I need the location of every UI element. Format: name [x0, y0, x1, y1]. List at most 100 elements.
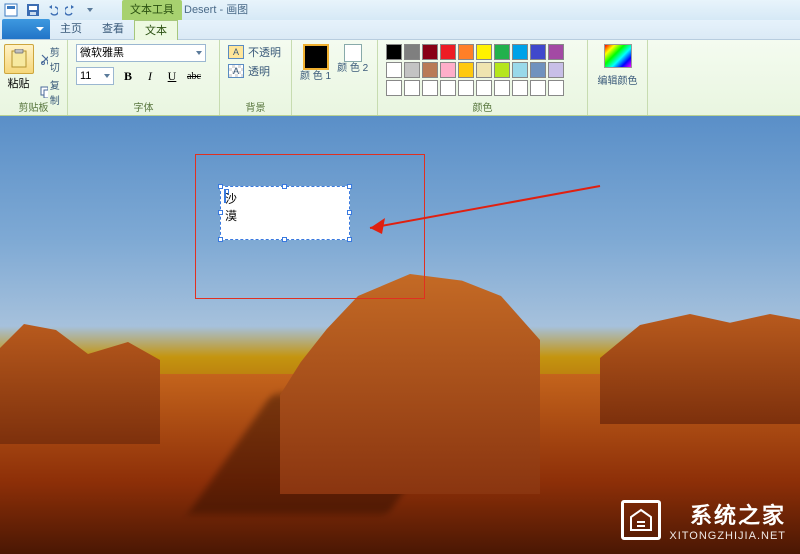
palette-swatch[interactable] [530, 44, 546, 60]
ribbon-tabs: 主页 查看 文本 [0, 20, 800, 40]
palette-swatch[interactable] [386, 80, 402, 96]
palette-swatch[interactable] [494, 80, 510, 96]
palette-swatch[interactable] [476, 62, 492, 78]
palette-swatch[interactable] [512, 62, 528, 78]
palette-swatch[interactable] [458, 44, 474, 60]
watermark-brand: 系统之家 [669, 498, 786, 530]
opaque-icon: A [228, 45, 244, 59]
bold-button[interactable]: B [118, 66, 138, 86]
tab-text[interactable]: 文本 [134, 20, 178, 40]
palette-swatch[interactable] [440, 44, 456, 60]
undo-icon[interactable] [43, 2, 61, 18]
app-name: 画图 [226, 4, 248, 16]
color2-label: 颜 色 2 [337, 63, 368, 74]
butte-right [600, 314, 800, 424]
cut-label: 剪切 [50, 44, 64, 74]
palette-swatch[interactable] [494, 62, 510, 78]
butte-left [0, 324, 160, 444]
redo-icon[interactable] [62, 2, 80, 18]
opaque-label: 不透明 [248, 44, 281, 60]
transparent-icon: A [228, 64, 244, 78]
palette-swatch[interactable] [512, 80, 528, 96]
group-clipboard-label: 剪贴板 [0, 99, 67, 114]
font-size-value: 11 [80, 68, 91, 84]
tab-home[interactable]: 主页 [50, 19, 92, 39]
edit-colors-button[interactable]: 编辑颜色 [598, 44, 638, 87]
text-cursor [224, 189, 226, 203]
group-background: A 不透明 A 透明 背景 [220, 40, 292, 115]
palette-swatch[interactable] [422, 62, 438, 78]
group-palette: 颜色 [378, 40, 588, 115]
strikethrough-button[interactable]: abc [184, 66, 204, 86]
cut-button[interactable]: 剪切 [40, 44, 64, 74]
palette-swatch[interactable] [548, 80, 564, 96]
palette-swatch[interactable] [494, 44, 510, 60]
palette-swatch[interactable] [458, 62, 474, 78]
paste-icon [4, 44, 34, 74]
title-bar: 文本工具 Desert - 画图 [0, 0, 800, 20]
paste-button[interactable]: 粘贴 [4, 44, 34, 107]
document-name: Desert [184, 4, 216, 16]
palette-swatch[interactable] [440, 80, 456, 96]
app-menu-icon[interactable] [3, 2, 19, 18]
file-menu-button[interactable] [2, 19, 50, 39]
palette-swatch[interactable] [422, 44, 438, 60]
palette-swatch[interactable] [440, 62, 456, 78]
contextual-tab-label: 文本工具 [122, 0, 182, 20]
group-colors-label: 颜色 [378, 99, 587, 114]
paste-label: 粘贴 [8, 75, 30, 91]
palette-swatch[interactable] [530, 62, 546, 78]
copy-icon [40, 86, 48, 98]
color2-swatch [344, 44, 362, 62]
group-edit-colors: 编辑颜色 [588, 40, 648, 115]
palette-swatch[interactable] [404, 44, 420, 60]
palette-swatch[interactable] [422, 80, 438, 96]
font-family-value: 微软雅黑 [80, 45, 124, 61]
palette-swatch[interactable] [476, 80, 492, 96]
annotation-arrow [350, 176, 610, 256]
group-font: 微软雅黑 11 B I U abc 字体 [68, 40, 220, 115]
palette-swatch[interactable] [458, 80, 474, 96]
palette-swatch[interactable] [476, 44, 492, 60]
save-icon[interactable] [24, 2, 42, 18]
quick-access-toolbar [24, 2, 99, 18]
color1-button[interactable]: 颜 色 1 [300, 44, 331, 115]
palette-swatch[interactable] [530, 80, 546, 96]
font-size-select[interactable]: 11 [76, 67, 114, 85]
canvas-area[interactable]: 沙漠 系统之家 XITONGZHIJIA.NET [0, 116, 800, 554]
window-title: Desert - 画图 [184, 0, 248, 20]
transparent-label: 透明 [248, 63, 270, 79]
butte-main [280, 274, 540, 494]
palette-swatch[interactable] [386, 62, 402, 78]
ribbon: 粘贴 剪切 复制 剪贴板 微软雅黑 11 [0, 40, 800, 116]
palette-swatch[interactable] [512, 44, 528, 60]
color1-swatch [303, 44, 329, 70]
opaque-option[interactable]: A 不透明 [228, 44, 283, 60]
watermark: 系统之家 XITONGZHIJIA.NET [621, 498, 786, 542]
text-tool-box[interactable]: 沙漠 [220, 186, 350, 240]
qat-customize-icon[interactable] [81, 2, 99, 18]
color1-label: 颜 色 1 [300, 71, 331, 82]
italic-button[interactable]: I [140, 66, 160, 86]
watermark-logo-icon [621, 500, 661, 540]
font-family-select[interactable]: 微软雅黑 [76, 44, 206, 62]
chevron-down-icon [196, 51, 202, 55]
palette-swatch[interactable] [404, 80, 420, 96]
transparent-option[interactable]: A 透明 [228, 63, 283, 79]
tab-view[interactable]: 查看 [92, 19, 134, 39]
group-clipboard: 粘贴 剪切 复制 剪贴板 [0, 40, 68, 115]
underline-button[interactable]: U [162, 66, 182, 86]
cut-icon [40, 53, 48, 65]
color-palette-grid [386, 44, 579, 96]
group-background-label: 背景 [220, 99, 291, 114]
group-font-label: 字体 [68, 99, 219, 114]
palette-swatch[interactable] [386, 44, 402, 60]
palette-swatch[interactable] [548, 44, 564, 60]
color2-button[interactable]: 颜 色 2 [337, 44, 368, 115]
palette-swatch[interactable] [548, 62, 564, 78]
edit-colors-label: 编辑颜色 [598, 72, 638, 87]
group-color-pickers: 颜 色 1 颜 色 2 [292, 40, 378, 115]
palette-swatch[interactable] [404, 62, 420, 78]
edit-colors-icon [604, 44, 632, 68]
watermark-url: XITONGZHIJIA.NET [669, 530, 786, 542]
